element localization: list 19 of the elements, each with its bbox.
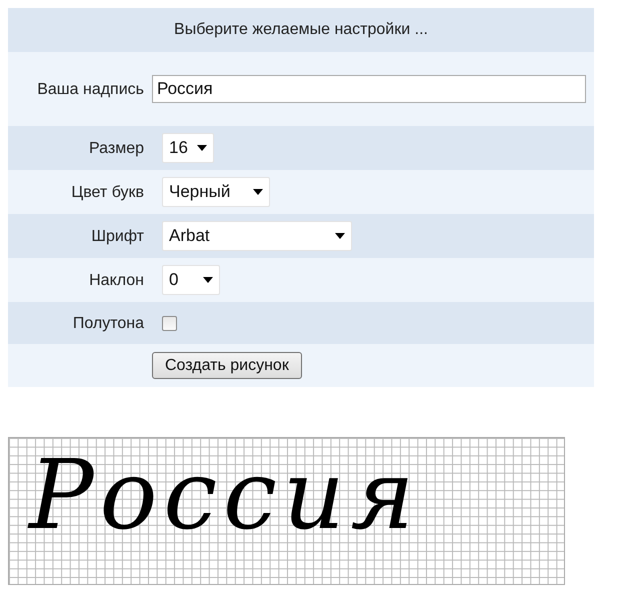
field-label: Полутона [72, 314, 145, 334]
dropdown[interactable]: 0 [162, 265, 220, 295]
pattern-text: Россия [29, 440, 420, 550]
field-label: Наклон [88, 270, 145, 290]
create-button[interactable]: Создать рисунок [152, 352, 302, 379]
dropdown[interactable]: Arbat [162, 221, 352, 251]
caret-icon [253, 189, 263, 195]
caret-icon [197, 145, 207, 151]
dropdown[interactable]: 16 [162, 133, 214, 163]
caret-icon [203, 277, 213, 283]
field-label: Шрифт [90, 226, 145, 246]
field-label: Размер [88, 138, 145, 158]
caret-icon [335, 233, 345, 239]
field-label: Цвет букв [70, 182, 145, 202]
dropdown[interactable]: Черный [162, 177, 270, 207]
text-input[interactable]: Россия [152, 75, 586, 103]
checkbox[interactable] [162, 316, 177, 330]
field-label: Ваша надпись [36, 80, 145, 100]
form-title: Выберите желаемые настройки ... [8, 8, 594, 52]
